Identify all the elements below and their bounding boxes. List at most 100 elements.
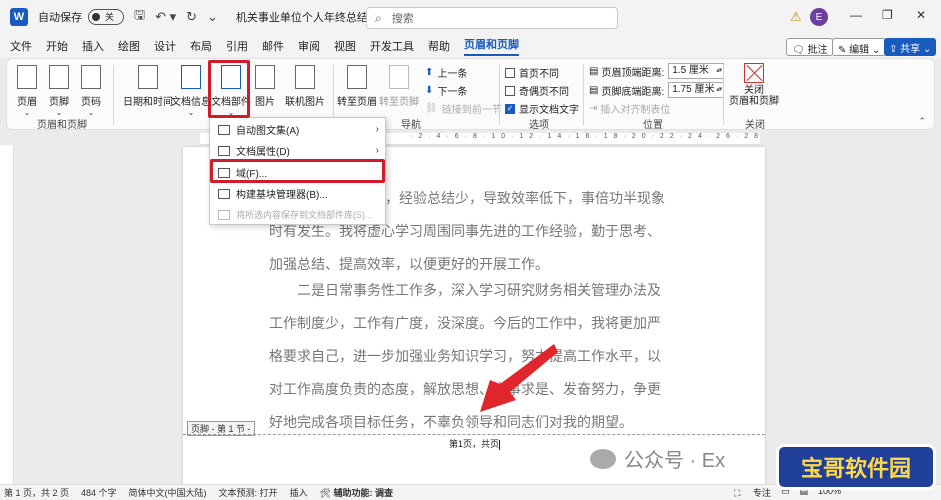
search-input[interactable]: ⌕ 搜索 [366,7,618,29]
document-info-button[interactable]: 文档信息 ⌄ [171,61,211,117]
menu-item-document-property[interactable]: 文档属性(D) › [210,140,385,161]
previous-button[interactable]: ⬆ 上一条 [425,65,467,80]
chevron-down-icon: ⌄ [23,108,31,117]
undo-icon[interactable]: ↶ ▾ [155,9,176,25]
menu-item-autotext[interactable]: 自动图文集(A) › [210,119,385,140]
document-info-icon [181,65,201,89]
vertical-ruler[interactable] [0,145,14,485]
picture-icon [255,65,275,89]
tab-help[interactable]: 帮助 [428,38,450,54]
tab-draw[interactable]: 绘图 [118,38,140,54]
share-button[interactable]: ⇪ 共享 ⌄ [884,38,937,56]
online-picture-button[interactable]: 联机图片 [285,61,325,108]
footer-distance-input[interactable]: 1.75 厘米 [668,82,725,98]
document-property-icon [218,145,230,156]
checkbox[interactable] [505,67,515,78]
title-bar: W 自动保存 关 🖫 ↶ ▾ ↻ ⌄ 机关事业单位个人年终总结.d... ⌄ ⌕… [0,0,941,34]
autosave-toggle[interactable]: 关 [88,9,124,25]
header-button[interactable]: 页眉 ⌄ [17,61,37,117]
tab-design[interactable]: 设计 [154,38,176,54]
tab-mailings[interactable]: 邮件 [262,38,284,54]
date-time-button[interactable]: 日期和时间 [123,61,173,108]
collapse-ribbon-icon[interactable]: ⌃ [918,116,926,127]
warning-icon[interactable]: ⚠ [790,9,802,25]
tab-view[interactable]: 视图 [334,38,356,54]
close-header-footer-button[interactable]: 关闭 页眉和页脚 [729,63,779,107]
header-distance-input[interactable]: 1.5 厘米 [668,63,725,79]
picture-button[interactable]: 图片 [255,61,275,108]
wechat-watermark-text: 公众号 · Ex [624,450,726,472]
online-picture-icon [295,65,315,89]
footer-button[interactable]: 页脚 ⌄ [49,61,69,117]
redo-icon[interactable]: ↻ [186,9,197,25]
menu-item-label: 文档属性(D) [236,147,290,158]
page-number-label: 页码 [81,97,101,108]
accessibility-label: 辅助功能: 调查 [333,488,394,498]
status-prediction[interactable]: 文本预测: 打开 [219,486,278,499]
site-logo: 宝哥软件园 [776,444,936,490]
footer-distance-label: 页脚底端距离: [601,86,665,98]
menu-item-building-blocks[interactable]: 构建基块管理器(B)... [210,183,385,204]
checkbox[interactable] [505,85,515,96]
wechat-icon [590,448,616,469]
align-tab-label: 插入对齐制表位 [600,105,671,116]
tab-header-footer[interactable]: 页眉和页脚 [464,36,519,56]
footer-distance-icon: ▤ [589,84,599,96]
goto-header-button[interactable]: 转至页眉 [337,61,377,108]
menu-item-label: 自动图文集(A) [236,126,300,137]
restore-icon[interactable]: ❐ [882,8,893,22]
document-parts-button[interactable]: 文档部件 ⌄ [211,61,251,117]
chevron-right-icon: › [375,145,379,156]
header-distance-field: ▤ 页眉顶端距离: 1.5 厘米 [589,63,725,79]
menu-item-label: 构建基块管理器(B)... [236,190,328,201]
arrow-up-icon: ⬆ [425,67,434,78]
checkbox-checked[interactable]: ✓ [505,103,515,114]
autosave-label: 自动保存 [38,12,82,24]
focus-mode[interactable]: ⛶ 专注 [734,486,771,499]
link-previous-button: ⛓ 链接到前一节 [425,101,502,116]
group-label-header-footer: 页眉和页脚 [37,120,87,131]
next-button[interactable]: ⬇ 下一条 [425,83,467,98]
footer-icon [49,65,69,89]
divider [499,65,500,125]
footer-text[interactable]: 第1页，共页 [449,437,501,450]
goto-header-label: 转至页眉 [337,97,377,108]
edit-button[interactable]: ✎ 编辑 ⌄ [832,38,887,56]
header-label: 页眉 [17,97,37,108]
footer-page-field: 第1页，共页 [449,439,500,449]
chevron-down-icon: ⌄ [187,108,195,117]
divider [723,65,724,125]
footer-label: 页脚 [49,97,69,108]
header-distance-icon: ▤ [589,65,599,77]
avatar[interactable]: E [810,8,828,26]
date-time-label: 日期和时间 [123,97,173,108]
option-different-first-page[interactable]: 首页不同 [505,65,559,80]
status-accessibility[interactable]: 🛠 辅助功能: 调查 [320,486,393,499]
status-insert-mode[interactable]: 插入 [290,486,308,499]
page-number-button[interactable]: 页码 ⌄ [81,61,101,117]
tab-review[interactable]: 审阅 [298,38,320,54]
status-language[interactable]: 简体中文(中国大陆) [129,486,207,499]
close-icon[interactable]: ✕ [916,8,926,22]
tab-developer[interactable]: 开发工具 [370,38,414,54]
search-icon: ⌕ [375,10,382,25]
save-icon[interactable]: 🖫 [134,6,145,28]
tab-file[interactable]: 文件 [10,38,32,54]
option-show-document-text[interactable]: ✓ 显示文档文字 [505,101,579,116]
picture-label: 图片 [255,97,275,108]
customize-toolbar-icon[interactable]: ⌄ [207,9,218,25]
tab-home[interactable]: 开始 [46,38,68,54]
tab-insert[interactable]: 插入 [82,38,104,54]
comment-button[interactable]: 🗨 批注 [786,38,834,56]
status-word-count[interactable]: 484 个字 [81,486,117,499]
option-different-odd-even[interactable]: 奇偶页不同 [505,83,569,98]
status-page[interactable]: 第 1 页，共 2 页 [4,486,69,499]
minimize-icon[interactable]: — [850,8,862,22]
chevron-down-icon: ⌄ [87,108,95,117]
menu-item-field[interactable]: 域(F)... [210,162,385,183]
tab-references[interactable]: 引用 [226,38,248,54]
close-header-footer-label: 关闭 页眉和页脚 [729,85,779,107]
tab-layout[interactable]: 布局 [190,38,212,54]
document-info-label: 文档信息 [171,97,211,108]
page-number-icon [81,65,101,89]
